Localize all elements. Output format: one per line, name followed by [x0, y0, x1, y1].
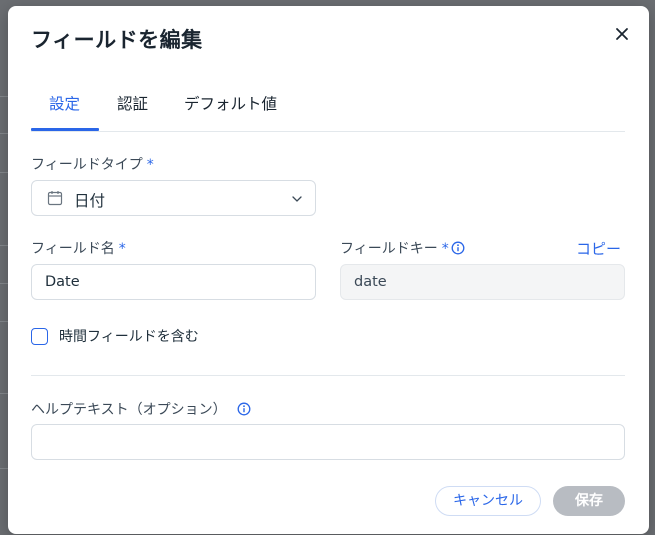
required-mark: *: [146, 157, 154, 173]
help-text-label: ヘルプテキスト（オプション）: [31, 399, 251, 419]
active-tab-indicator: [31, 128, 99, 131]
info-icon[interactable]: [237, 402, 251, 416]
tab-bar: 設定 認証 デフォルト値: [31, 82, 625, 132]
edit-field-dialog: フィールドを編集 設定 認証 デフォルト値 フィールドタイプ * 日付 フィールド…: [8, 6, 649, 534]
section-divider: [31, 375, 625, 376]
required-mark: *: [118, 241, 126, 257]
include-time-label[interactable]: 時間フィールドを含む: [59, 326, 199, 346]
field-name-label: フィールド名 *: [31, 238, 126, 258]
field-key-label: フィールドキー *: [340, 238, 465, 258]
field-name-input[interactable]: Date: [31, 264, 316, 300]
field-type-select[interactable]: 日付: [31, 180, 316, 216]
field-type-label: フィールドタイプ *: [31, 154, 154, 174]
field-name-label-text: フィールド名: [31, 241, 115, 257]
required-mark: *: [441, 241, 449, 257]
calendar-icon: [47, 191, 63, 206]
field-name-value: Date: [45, 274, 80, 290]
help-text-label-text: ヘルプテキスト（オプション）: [31, 402, 227, 418]
tab-default-value[interactable]: デフォルト値: [184, 92, 277, 114]
info-icon[interactable]: [451, 241, 465, 255]
copy-key-link[interactable]: コピー: [576, 238, 621, 259]
cancel-button[interactable]: キャンセル: [435, 486, 541, 516]
tab-authentication[interactable]: 認証: [117, 92, 148, 114]
field-type-value: 日付: [74, 192, 106, 210]
save-button[interactable]: 保存: [553, 486, 625, 516]
tab-settings[interactable]: 設定: [49, 92, 80, 114]
help-text-input[interactable]: [31, 424, 625, 460]
field-type-label-text: フィールドタイプ: [31, 157, 143, 173]
chevron-down-icon: [292, 196, 302, 202]
field-key-value: date: [354, 274, 387, 290]
close-button[interactable]: [612, 24, 632, 44]
dialog-title: フィールドを編集: [31, 28, 203, 52]
field-key-label-text: フィールドキー: [340, 241, 438, 257]
field-key-input: date: [340, 264, 625, 300]
include-time-checkbox[interactable]: [31, 328, 48, 345]
close-icon: [616, 28, 628, 40]
